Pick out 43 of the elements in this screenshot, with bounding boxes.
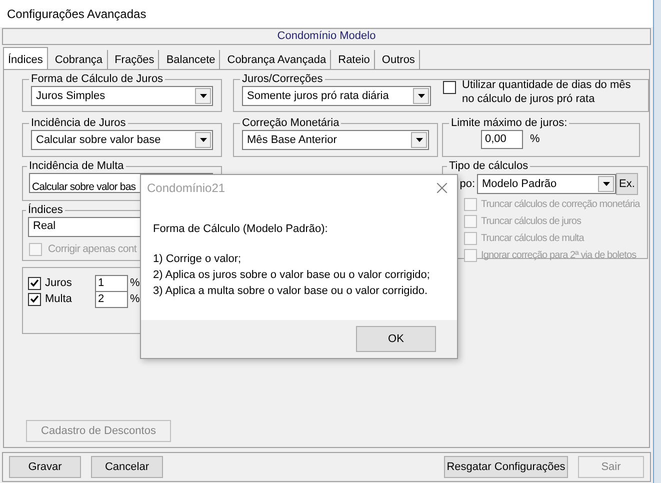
group-label: Forma de Cálculo de Juros <box>30 72 164 86</box>
group-label: Limite máximo de juros: <box>450 116 568 130</box>
dialog-text: 1) Corrige o valor; <box>153 252 242 267</box>
input-field[interactable]: 0,00 <box>481 130 523 149</box>
checkbox-label: Multa <box>45 292 73 307</box>
dropdown[interactable]: Mês Base Anterior <box>242 130 429 150</box>
footer-button[interactable]: Resgatar Configurações <box>444 456 568 478</box>
tab[interactable]: Índices <box>3 47 48 69</box>
checkbox-label: Corrigir apenas cont <box>48 242 137 257</box>
dropdown[interactable]: Somente juros pró rata diária <box>242 86 431 106</box>
header-title: Condomínio Modelo <box>277 29 376 44</box>
dropdown-value: Real <box>33 220 56 232</box>
checkbox-label: Truncar cálculos de correção monetária <box>481 198 640 212</box>
example-button[interactable]: Ex. <box>616 173 638 195</box>
field-label: po: <box>458 176 475 192</box>
dropdown[interactable]: Juros Simples <box>31 86 213 106</box>
dialog-heading: Forma de Cálculo (Modelo Padrão): <box>153 222 329 237</box>
group-label: Juros/Correções <box>241 72 324 86</box>
dialog-text: 3) Aplica a multa sobre o valor base ou o valor corrigido. <box>153 284 429 299</box>
checkbox-label: Truncar cálculos de multa <box>481 232 584 246</box>
footer-button[interactable]: Gravar <box>9 456 81 478</box>
checkbox-label: Juros <box>45 276 73 291</box>
dialog-title: Condomínio21 <box>147 180 226 197</box>
dropdown[interactable]: Calcular sobre valor base <box>31 130 213 150</box>
checkbox-label: Truncar cálculos de juros <box>481 214 582 228</box>
percent-unit: % <box>130 276 140 291</box>
dropdown[interactable]: Modelo Padrão <box>477 174 616 194</box>
footer-button[interactable]: Cancelar <box>91 456 163 478</box>
group-label: Incidência de Multa <box>28 159 125 173</box>
checkbox-label: Ignorar correção para 2ª via de boletos <box>481 248 636 262</box>
dialog-text: 2) Aplica os juros sobre o valor base ou o valor corrigido; <box>153 268 431 283</box>
percent-unit: % <box>530 132 540 148</box>
input-field[interactable]: 2 <box>95 290 128 308</box>
group-label: Tipo de cálculos <box>448 159 530 173</box>
percent-unit: % <box>130 292 140 307</box>
dropdown-value: Calcular sobre valor bas <box>32 181 136 193</box>
checkbox-label: Utilizar quantidade de dias do mês no cálculo de juros pró rata <box>462 78 632 106</box>
group-label: Correção Monetária <box>241 116 340 130</box>
ok-button[interactable]: OK <box>356 326 436 352</box>
input-field[interactable]: 1 <box>95 274 128 292</box>
window-title: Configurações Avançadas <box>7 6 146 22</box>
group-label: Incidência de Juros <box>30 116 127 130</box>
group-label: Índices <box>27 203 64 217</box>
